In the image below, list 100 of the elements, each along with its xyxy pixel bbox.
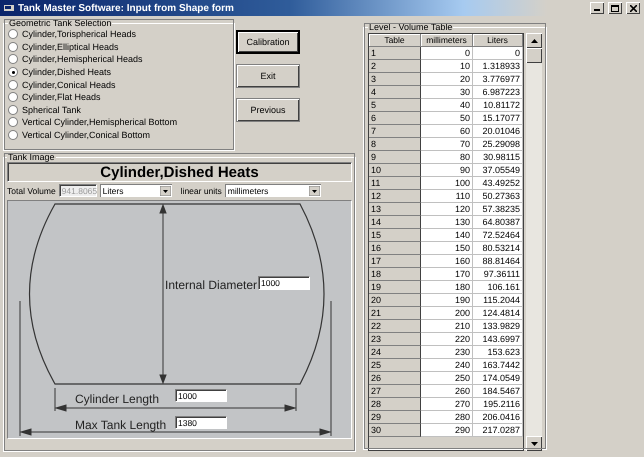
- row-header: 16: [369, 242, 421, 255]
- row-header: 14: [369, 216, 421, 229]
- group-title: Level - Volume Table: [368, 22, 454, 32]
- row-header: 19: [369, 281, 421, 294]
- table-cell: 6.987223: [473, 86, 523, 99]
- table-cell: 220: [421, 333, 473, 346]
- dropdown-arrow-icon: [160, 186, 171, 196]
- radio-option[interactable]: Vertical Cylinder,Conical Bottom: [8, 128, 230, 142]
- radio-option[interactable]: Cylinder,Hemispherical Heads: [8, 53, 230, 66]
- radio-option[interactable]: Cylinder,Torispherical Heads: [8, 28, 230, 41]
- table-cell: 60: [421, 125, 473, 138]
- radio-option[interactable]: Cylinder,Dished Heats: [8, 66, 230, 78]
- internal-diameter-field[interactable]: 1000: [258, 276, 310, 290]
- row-header: 4: [369, 86, 421, 99]
- table-cell: 280: [421, 411, 473, 424]
- table-cell: 10: [421, 60, 473, 73]
- cylinder-length-label: Cylinder Length: [75, 392, 160, 406]
- cylinder-length-field[interactable]: 1000: [175, 389, 227, 402]
- table-cell: 64.80387: [473, 216, 523, 229]
- row-header: 12: [369, 190, 421, 203]
- radio-option[interactable]: Cylinder,Flat Heads: [8, 90, 230, 104]
- scroll-up-button[interactable]: [526, 33, 542, 48]
- table-cell: 88.81464: [473, 255, 523, 268]
- row-header: 8: [369, 138, 421, 151]
- table-cell: 180: [421, 281, 473, 294]
- row-header: 2: [369, 60, 421, 73]
- close-icon: [630, 4, 636, 12]
- table-cell: 184.5467: [473, 385, 523, 398]
- table-cell: 25.29098: [473, 138, 523, 151]
- row-header: 6: [369, 112, 421, 125]
- maximize-button[interactable]: [608, 2, 622, 14]
- form-button[interactable]: Previous: [236, 98, 300, 122]
- table-cell: 240: [421, 359, 473, 372]
- minimize-button[interactable]: [590, 2, 604, 14]
- table-cell: 72.52464: [473, 229, 523, 242]
- table-cell: 110: [421, 190, 473, 203]
- table-cell: 100: [421, 177, 473, 190]
- table-cell: 130: [421, 216, 473, 229]
- up-arrow-icon: [530, 38, 538, 42]
- group-title: Geometric Tank Selection: [8, 18, 112, 28]
- column-header[interactable]: Liters: [473, 34, 523, 47]
- table-cell: 50.27363: [473, 190, 523, 203]
- row-header: 30: [369, 424, 421, 437]
- table-cell: 10.81172: [473, 99, 523, 112]
- column-header[interactable]: millimeters: [421, 34, 473, 47]
- table-cell: 0: [421, 47, 473, 60]
- table-cell: 0: [473, 47, 523, 60]
- form-button[interactable]: Calibration: [236, 30, 300, 54]
- table-cell: 120: [421, 203, 473, 216]
- table-cell: 115.2044: [473, 294, 523, 307]
- total-volume-label: Total Volume: [7, 186, 56, 196]
- table-cell: 3.776977: [473, 73, 523, 86]
- table-cell: 80: [421, 151, 473, 164]
- volume-unit-dropdown[interactable]: Liters: [100, 184, 172, 197]
- row-header: 15: [369, 229, 421, 242]
- max-tank-length-label: Max Tank Length: [75, 418, 166, 432]
- table-cell: 57.38235: [473, 203, 523, 216]
- table-cell: 206.0416: [473, 411, 523, 424]
- row-header: 22: [369, 320, 421, 333]
- linear-unit-dropdown[interactable]: millimeters: [224, 184, 321, 197]
- down-arrow-icon: [530, 442, 538, 446]
- max-tank-length-field[interactable]: 1380: [175, 416, 227, 429]
- table-cell: 124.4814: [473, 307, 523, 320]
- radio-option[interactable]: Vertical Cylinder,Hemispherical Bottom: [8, 116, 230, 129]
- row-header: 3: [369, 73, 421, 86]
- row-header: 18: [369, 268, 421, 281]
- table-cell: 260: [421, 385, 473, 398]
- window-title: Tank Master Software: Input from Shape form: [18, 2, 234, 14]
- close-button[interactable]: [626, 2, 640, 14]
- column-header[interactable]: Table: [369, 34, 421, 47]
- table-cell: 50: [421, 112, 473, 125]
- linear-units-label: linear units: [180, 186, 222, 196]
- table-cell: 20.01046: [473, 125, 523, 138]
- radio-option[interactable]: Spherical Tank: [8, 104, 230, 116]
- app-icon: [4, 4, 14, 12]
- radio-option[interactable]: Cylinder,Elliptical Heads: [8, 40, 230, 54]
- dimension-tick: [54, 388, 56, 412]
- group-title: Tank Image: [7, 152, 56, 162]
- table-cell: 90: [421, 164, 473, 177]
- scroll-down-button[interactable]: [526, 436, 542, 451]
- form-button[interactable]: Exit: [236, 64, 300, 88]
- row-header: 17: [369, 255, 421, 268]
- maximize-icon: [611, 4, 619, 12]
- row-header: 28: [369, 398, 421, 411]
- row-header: 10: [369, 164, 421, 177]
- table-cell: 15.17077: [473, 112, 523, 125]
- table-cell: 210: [421, 320, 473, 333]
- radio-option[interactable]: Cylinder,Conical Heads: [8, 78, 230, 91]
- row-header: 29: [369, 411, 421, 424]
- dropdown-arrow-icon: [308, 186, 320, 196]
- table-cell: 200: [421, 307, 473, 320]
- table-cell: 80.53214: [473, 242, 523, 255]
- scroll-thumb[interactable]: [526, 48, 542, 63]
- table-cell: 290: [421, 424, 473, 437]
- table-cell: 1.318933: [473, 60, 523, 73]
- vertical-scrollbar[interactable]: [526, 33, 542, 451]
- table-cell: 230: [421, 346, 473, 359]
- row-header: 7: [369, 125, 421, 138]
- table-cell: 190: [421, 294, 473, 307]
- table-cell: 195.2116: [473, 398, 523, 411]
